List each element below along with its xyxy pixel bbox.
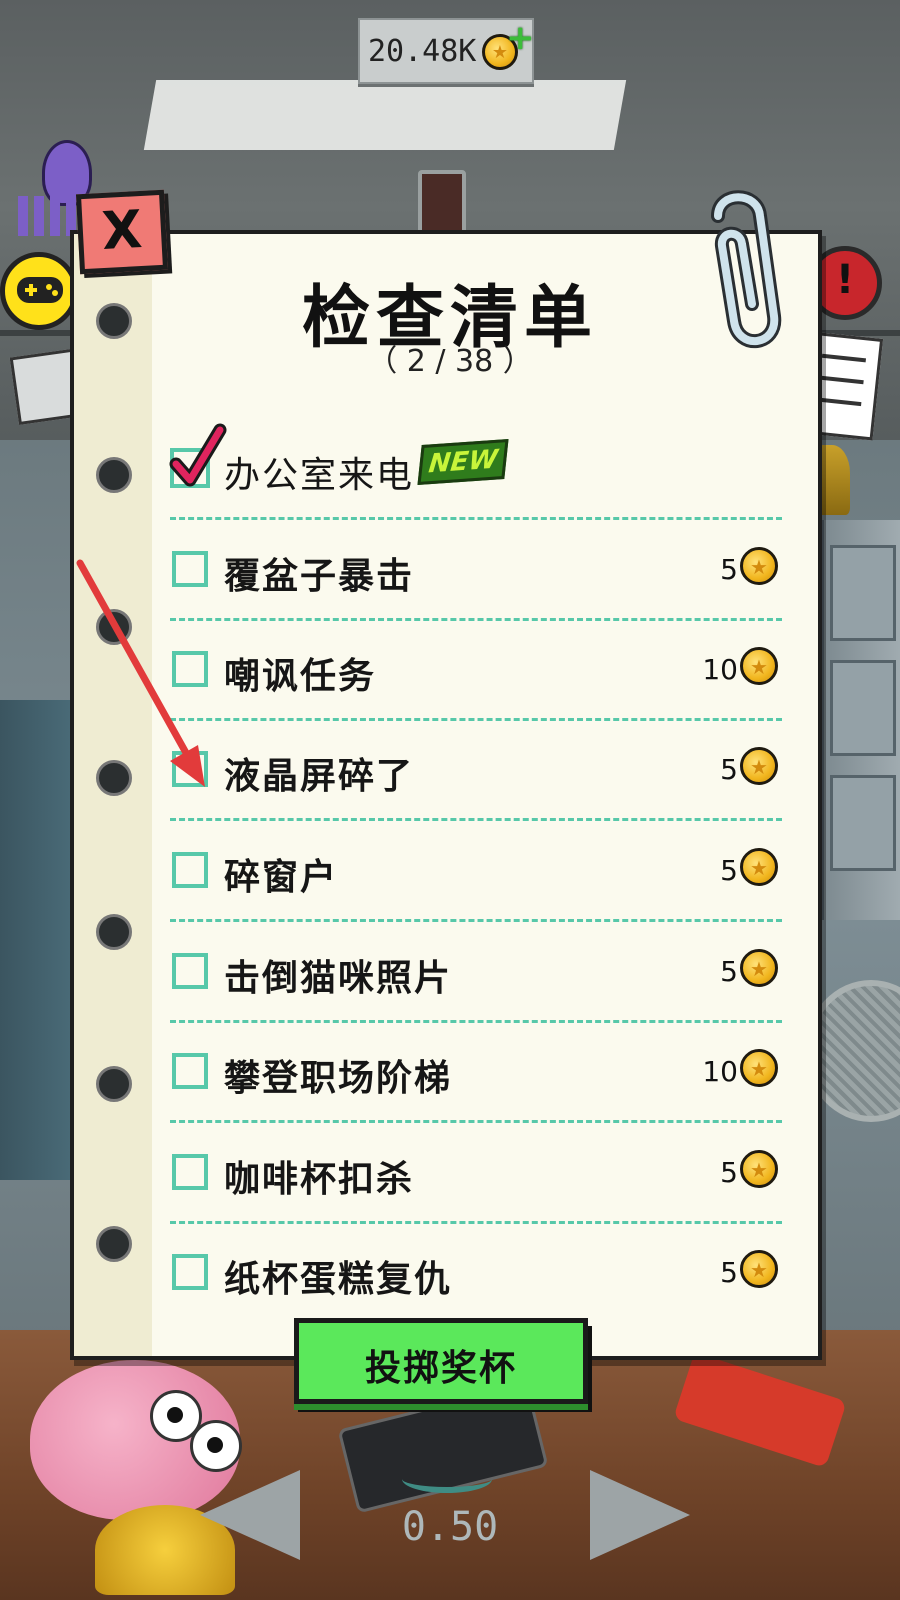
throw-power-value: 0.50 xyxy=(401,1504,499,1550)
binder-hole xyxy=(96,1066,132,1102)
item-label: 办公室来电 xyxy=(224,455,415,496)
item-label: 液晶屏碎了 xyxy=(224,756,415,797)
currency-display: 20.48K + xyxy=(358,18,535,84)
new-badge: NEW xyxy=(417,439,509,485)
checkbox[interactable] xyxy=(172,852,208,888)
reward-amount: 5 xyxy=(720,553,738,586)
row-divider xyxy=(170,919,782,922)
currency-amount: 20.48K xyxy=(368,34,477,69)
ceiling-light xyxy=(143,80,627,150)
reward-amount: 5 xyxy=(720,753,738,786)
item-label: 覆盆子暴击 xyxy=(224,556,415,597)
coin-icon xyxy=(740,848,778,886)
pointer-arrow-icon xyxy=(76,559,205,787)
checkbox[interactable] xyxy=(172,1254,208,1290)
plus-icon[interactable]: + xyxy=(506,21,535,55)
item-label: 击倒猫咪照片 xyxy=(224,958,453,999)
reward-amount: 5 xyxy=(720,1256,738,1289)
checkbox[interactable] xyxy=(172,1053,208,1089)
checklist-item-8[interactable]: 纸杯蛋糕复仇 5 xyxy=(170,1224,782,1324)
checkbox[interactable] xyxy=(172,953,208,989)
checklist-item-4[interactable]: 碎窗户 5 xyxy=(170,822,782,922)
coin-icon xyxy=(740,1150,778,1188)
coin-icon xyxy=(740,949,778,987)
cabinet-drawer xyxy=(830,545,896,641)
cabinet-drawer xyxy=(830,660,896,756)
reward-amount: 10 xyxy=(702,653,738,686)
item-label: 纸杯蛋糕复仇 xyxy=(224,1259,453,1300)
gamepad-icon[interactable] xyxy=(0,252,78,330)
checklist-item-0[interactable]: 办公室来电 NEW xyxy=(169,420,782,520)
prev-arrow-icon[interactable] xyxy=(200,1470,300,1560)
next-arrow-icon[interactable] xyxy=(590,1470,690,1560)
checklist-item-1[interactable]: 覆盆子暴击 5 xyxy=(170,521,782,621)
throw-trophy-button[interactable]: 投掷奖杯 xyxy=(294,1318,588,1404)
throw-path-icon xyxy=(402,1465,492,1493)
coin-icon xyxy=(740,1049,778,1087)
checklist-progress: （ 2 / 38 ） xyxy=(367,344,533,379)
throw-trophy-label: 投掷奖杯 xyxy=(364,1348,517,1389)
row-divider xyxy=(170,818,782,821)
item-label: 咖啡杯扣杀 xyxy=(224,1159,415,1200)
row-divider xyxy=(170,1120,782,1123)
checklist-item-7[interactable]: 咖啡杯扣杀 5 xyxy=(170,1124,782,1224)
checkbox[interactable] xyxy=(172,1154,208,1190)
coin-icon xyxy=(740,547,778,585)
cabinet-drawer xyxy=(830,775,896,871)
reward-amount: 5 xyxy=(720,1156,738,1189)
item-label: 攀登职场阶梯 xyxy=(224,1058,453,1099)
reward-amount: 10 xyxy=(702,1055,738,1088)
coin-icon xyxy=(740,1250,778,1288)
checklist-item-6[interactable]: 攀登职场阶梯 10 xyxy=(170,1023,782,1123)
sprinkler xyxy=(418,170,466,238)
row-divider xyxy=(170,517,782,520)
checklist-item-3[interactable]: 液晶屏碎了 5 xyxy=(170,721,782,821)
checklist-item-2[interactable]: 嘲讽任务 10 xyxy=(170,621,782,721)
pig-eye xyxy=(190,1420,242,1472)
binder-hole xyxy=(96,457,132,493)
coin-icon xyxy=(740,747,778,785)
binder-hole xyxy=(96,914,132,950)
item-label: 嘲讽任务 xyxy=(224,656,377,697)
coin-icon xyxy=(740,647,778,685)
reward-amount: 5 xyxy=(720,955,738,988)
binder-hole xyxy=(96,303,132,339)
checklist-item-5[interactable]: 击倒猫咪照片 5 xyxy=(170,923,782,1023)
reward-amount: 5 xyxy=(720,854,738,887)
checkmark-icon xyxy=(169,423,227,488)
close-label: X xyxy=(100,199,144,263)
item-label: 碎窗户 xyxy=(224,857,339,898)
binder-hole xyxy=(96,1226,132,1262)
